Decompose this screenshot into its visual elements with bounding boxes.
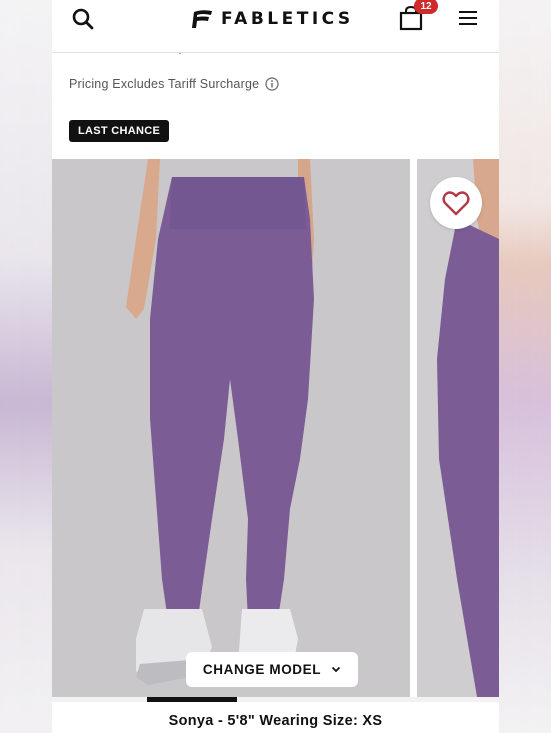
logo-text: FABLETICS [221, 9, 354, 29]
leggings-side-photo [417, 159, 499, 697]
search-button[interactable] [68, 6, 98, 32]
product-image-next[interactable] [417, 159, 499, 697]
tariff-text: Pricing Excludes Tariff Surcharge [69, 77, 260, 91]
leggings-model-photo [52, 159, 410, 697]
info-icon[interactable] [265, 77, 279, 91]
model-size-caption: Sonya - 5'8" Wearing Size: XS [168, 713, 383, 729]
favorite-button[interactable] [430, 177, 482, 229]
fabletics-logo-icon [192, 10, 212, 28]
product-image-main[interactable] [52, 159, 410, 697]
heart-icon [442, 191, 470, 216]
right-backdrop [499, 0, 551, 733]
tariff-note: Pricing Excludes Tariff Surcharge [69, 77, 279, 91]
change-model-label: CHANGE MODEL [202, 662, 322, 677]
menu-button[interactable] [457, 8, 479, 28]
last-chance-badge: LAST CHANCE [69, 120, 170, 142]
site-header: FABLETICS 12 [52, 0, 499, 53]
search-icon [72, 8, 94, 30]
left-backdrop [0, 0, 52, 733]
chevron-down-icon [331, 666, 341, 673]
change-model-button[interactable]: CHANGE MODEL [186, 652, 358, 687]
product-image-gallery[interactable]: CHANGE MODEL [52, 159, 499, 697]
gallery-progress-indicator [147, 697, 237, 702]
product-page: Non-Member: $64.95 FABLETICS 12 [52, 0, 499, 733]
hamburger-menu-icon [459, 11, 477, 25]
brand-logo[interactable]: FABLETICS [191, 8, 354, 30]
cart-count-badge: 12 [414, 0, 438, 14]
gallery-progress-track [52, 697, 499, 702]
